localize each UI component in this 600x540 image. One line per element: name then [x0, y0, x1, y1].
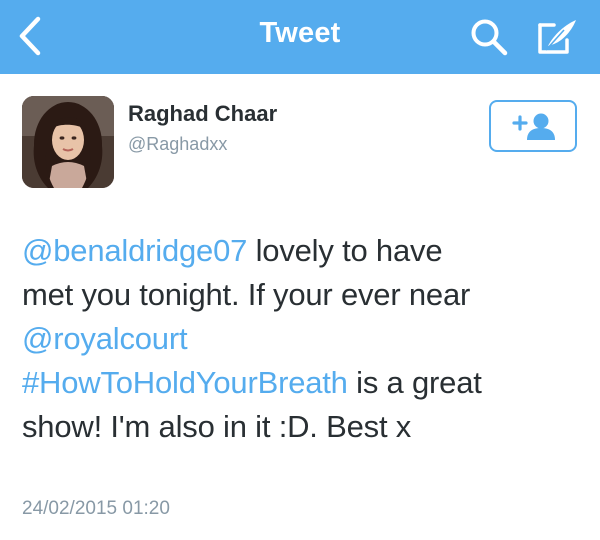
- follow-button[interactable]: [489, 100, 577, 152]
- tweet-text-segment: met you tonight. If your ever near: [22, 277, 471, 312]
- tweet-line: #HowToHoldYourBreath is a great: [22, 361, 582, 405]
- search-button[interactable]: [469, 17, 509, 57]
- author-name[interactable]: Raghad Chaar: [128, 101, 277, 127]
- tweet-text: @benaldridge07 lovely to have met you to…: [22, 229, 582, 449]
- compose-button[interactable]: [534, 16, 580, 58]
- tweet-line: @royalcourt: [22, 317, 582, 361]
- search-icon: [471, 19, 508, 56]
- author-handle[interactable]: @Raghadxx: [128, 134, 227, 155]
- profile-photo: [22, 96, 114, 188]
- nav-title: Tweet: [259, 17, 341, 49]
- tweet-text-segment: is a great: [347, 365, 482, 400]
- mention-link[interactable]: @royalcourt: [22, 321, 188, 356]
- tweet-text-segment: lovely to have: [247, 233, 443, 268]
- compose-icon: [538, 20, 576, 54]
- top-nav-bar: Tweet: [0, 0, 600, 74]
- hashtag-link[interactable]: #HowToHoldYourBreath: [22, 365, 348, 400]
- tweet-text-segment: show! I'm also in it :D. Best x: [22, 409, 412, 444]
- tweet-line: show! I'm also in it :D. Best x: [22, 405, 582, 449]
- tweet-timestamp: 24/02/2015 01:20: [22, 498, 170, 519]
- tweet-line: @benaldridge07 lovely to have: [22, 229, 582, 273]
- follow-user-icon: [512, 113, 555, 140]
- mention-link[interactable]: @benaldridge07: [22, 233, 247, 268]
- tweet-line: met you tonight. If your ever near: [22, 273, 582, 317]
- avatar[interactable]: [22, 96, 114, 188]
